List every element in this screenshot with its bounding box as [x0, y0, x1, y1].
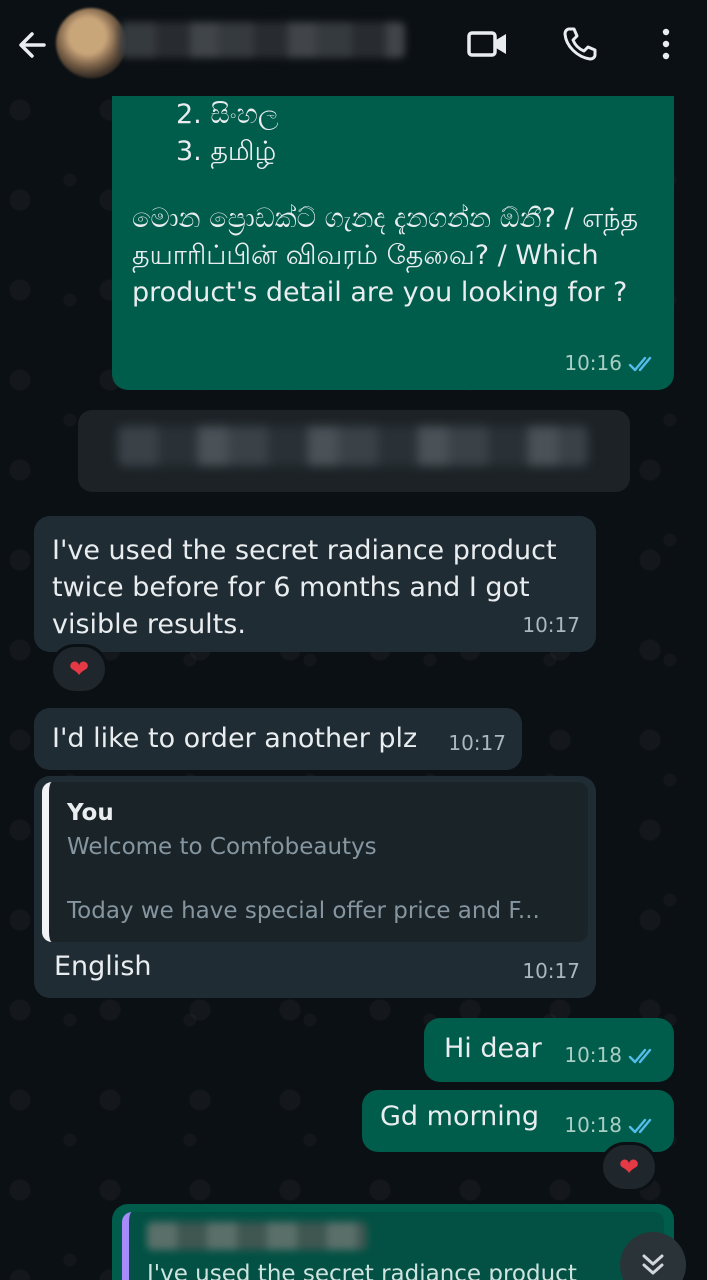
message-bubble-outgoing-reply[interactable]: I've used the secret radiance product [112, 1204, 674, 1280]
message-meta: 10:18 [564, 1107, 658, 1144]
read-ticks-icon [628, 356, 652, 371]
message-bubble-incoming[interactable]: I'd like to order another plz 10:17 [34, 708, 522, 770]
quote-text: I've used the secret radiance product [147, 1261, 577, 1280]
message-meta: 10:17 [522, 953, 580, 990]
quote-text: Today we have special offer price and F.… [67, 898, 540, 924]
read-ticks-icon [628, 1048, 652, 1063]
message-text: I've used the secret radiance product tw… [52, 535, 557, 640]
message-time: 10:17 [522, 959, 580, 983]
voice-call-icon[interactable] [560, 24, 604, 64]
quoted-message[interactable]: You Welcome to Comfobeautys Today we hav… [42, 782, 588, 942]
message-meta: 10:16 [564, 345, 658, 382]
quote-text: Welcome to Comfobeautys [67, 834, 377, 860]
chat-header [0, 0, 707, 96]
message-bubble-incoming[interactable]: I've used the secret radiance product tw… [34, 516, 596, 652]
message-text: Gd morning [380, 1101, 539, 1132]
language-list: 2. සිංහල 3. தமிழ் [130, 96, 656, 170]
double-chevron-down-icon [642, 1254, 664, 1275]
message-bubble-incoming-reply[interactable]: You Welcome to Comfobeautys Today we hav… [34, 776, 596, 998]
list-item: 2. සිංහල [176, 99, 279, 130]
redaction-blur [147, 1222, 367, 1250]
video-call-icon[interactable] [466, 24, 510, 64]
message-meta: 10:17 [522, 607, 580, 644]
avatar[interactable] [56, 8, 126, 78]
quoted-message[interactable]: I've used the secret radiance product [122, 1212, 664, 1280]
message-meta: 10:18 [564, 1037, 658, 1074]
message-time: 10:18 [564, 1043, 622, 1067]
redaction-blur [118, 426, 588, 466]
message-bubble-outgoing[interactable]: Hi dear 10:18 [424, 1018, 674, 1082]
heart-reaction-icon[interactable]: ❤ [600, 1142, 658, 1192]
message-time: 10:17 [448, 731, 506, 755]
message-time: 10:16 [564, 351, 622, 375]
message-text: I'd like to order another plz [52, 723, 418, 754]
message-meta: 10:17 [448, 725, 506, 762]
message-text: English [54, 951, 152, 982]
more-options-icon[interactable] [644, 24, 688, 64]
message-time: 10:18 [564, 1113, 622, 1137]
contact-name-redacted[interactable] [120, 22, 405, 58]
back-arrow-icon[interactable] [14, 26, 52, 64]
read-ticks-icon [628, 1118, 652, 1133]
list-item: 3. தமிழ் [176, 136, 277, 167]
heart-reaction-icon[interactable]: ❤ [50, 644, 108, 694]
message-text: Hi dear [444, 1033, 542, 1064]
message-time: 10:17 [522, 613, 580, 637]
redacted-message [78, 410, 630, 492]
quote-author: You [67, 800, 114, 826]
message-bubble-outgoing[interactable]: 2. සිංහල 3. தமிழ் මොන ප්‍රොඩක්ට් ගැනද දැ… [112, 96, 674, 390]
message-text: මොන ප්‍රොඩක්ට් ගැනද දැනගන්න ඕනී? / எந்த … [132, 203, 639, 308]
